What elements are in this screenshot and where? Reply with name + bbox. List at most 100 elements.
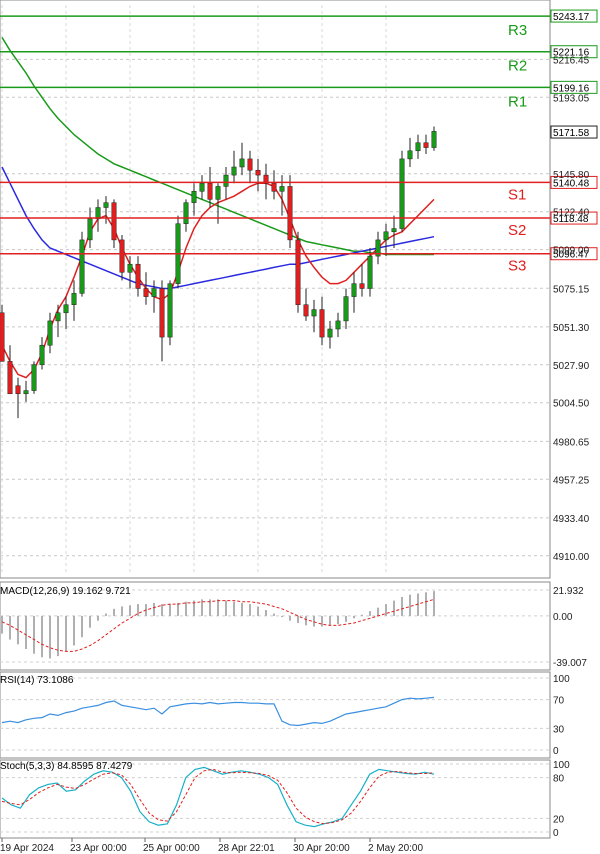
candle-up [367,255,373,289]
price-tick-label: 5193.05 [553,93,590,104]
indicator-tick-label: 100 [553,760,570,771]
candle-up [23,390,29,395]
macd-panel: 21.932 0.00 -39.007 MACD(12,26,9) 19.162 9… [0,581,587,671]
indicator-tick-label: 0 [553,746,559,757]
candle-up [31,364,37,391]
price-panel: R35243.17R25221.16R15199.16S15140.48S251… [0,0,598,579]
candle-up [87,218,93,241]
candle-down [255,169,261,176]
candle-up [47,320,53,346]
indicator-tick-label: 20 [553,814,565,825]
candle-up [63,304,69,314]
indicator-tick-label: 30 [553,724,565,735]
price-tick-label: 5075.15 [553,284,590,295]
time-tick-label: 28 Apr 22:01 [218,843,275,854]
candle-up [335,320,341,330]
price-tick-label: 5004.50 [553,399,590,410]
candle-down [423,142,429,148]
macd-label: MACD(12,26,9) 19.162 9.721 [0,586,131,597]
rsi-axis: 100 70 30 0 [553,674,570,757]
price-tick-label: 5122.40 [553,208,590,219]
candle-down [303,304,309,317]
candle-down [143,288,149,297]
level-label-r3: R3 [508,22,527,39]
chart: R35243.17R25221.16R15199.16S15140.48S251… [0,0,598,854]
indicator-tick-label: 70 [553,696,565,707]
price-tick-label: 4933.40 [553,514,590,525]
candle-down [247,158,253,171]
candle-up [415,142,421,152]
candle-up [327,328,333,338]
candle-up [351,283,357,297]
price-tick-label: 4910.00 [553,552,590,563]
indicator-tick-label: 0.00 [553,612,573,623]
candle-up [431,131,437,148]
candle-up [55,312,61,322]
time-tick-label: 25 Apr 00:00 [143,843,200,854]
stoch-label: Stoch(5,3,3) 84.8595 87.4279 [0,761,133,772]
candle-up [223,174,229,187]
price-tick-label: 5145.80 [553,170,590,181]
candle-up [127,263,133,273]
candle-up [279,186,285,192]
candle-up [183,202,189,224]
last-price-label: 5171.58 [553,128,590,139]
candle-up [231,166,237,176]
candle-down [135,263,141,289]
level-label-s2: S2 [508,222,526,239]
candle-down [15,385,21,395]
level-price-label: 5243.17 [553,12,590,23]
time-axis: 19 Apr 2024 23 Apr 00:00 25 Apr 00:00 28 Ap… [0,838,423,854]
candle-up [407,150,413,160]
price-tick-label: 5027.90 [553,361,590,372]
price-tick-label: 5099.00 [553,246,590,257]
time-tick-label: 2 May 20:00 [368,843,423,854]
candle-down [295,239,301,305]
price-tick-label: 5216.45 [553,55,590,66]
candle-down [359,283,365,289]
level-label-r1: R1 [508,93,527,110]
candle-down [159,288,165,338]
stoch-panel: 100 80 20 0 Stoch(5,3,3) 84.8595 87.4279 [0,759,570,839]
candle-down [111,202,117,241]
candle-up [103,202,109,208]
indicator-tick-label: 80 [553,774,565,785]
candle-down [119,239,125,273]
candle-down [319,309,325,338]
candle-down [7,361,13,395]
time-tick-label: 30 Apr 20:00 [293,843,350,854]
level-label-r2: R2 [508,58,527,75]
candle-down [207,182,213,200]
level-label-s1: S1 [508,186,526,203]
candle-up [199,182,205,192]
candle-up [383,231,389,241]
indicator-tick-label: 21.932 [553,586,584,597]
level-label-s3: S3 [508,258,526,275]
candle-up [167,283,173,338]
price-tick-label: 5051.30 [553,323,590,334]
candle-down [0,312,5,362]
candle-up [39,344,45,365]
candle-up [391,228,397,233]
candle-up [95,207,101,220]
price-tick-label: 4957.25 [553,475,590,486]
candle-up [71,293,77,305]
candle-up [79,239,85,294]
candle-up [151,288,157,297]
indicator-tick-label: 0 [553,828,559,839]
price-tick-label: 4980.65 [553,437,590,448]
time-tick-label: 19 Apr 2024 [0,843,54,854]
rsi-panel-frame [0,671,551,759]
candle-up [343,296,349,322]
macd-axis: 21.932 0.00 -39.007 [553,586,587,669]
indicator-tick-label: -39.007 [553,658,587,669]
candle-down [287,186,293,241]
indicator-tick-label: 100 [553,674,570,685]
rsi-panel: 100 70 30 0 RSI(14) 73.1086 [0,671,570,759]
rsi-label: RSI(14) 73.1086 [0,675,74,686]
candle-up [239,158,245,168]
stoch-axis: 100 80 20 0 [553,760,570,839]
candle-up [215,186,221,200]
candle-down [271,182,277,192]
time-tick-label: 23 Apr 00:00 [70,843,127,854]
